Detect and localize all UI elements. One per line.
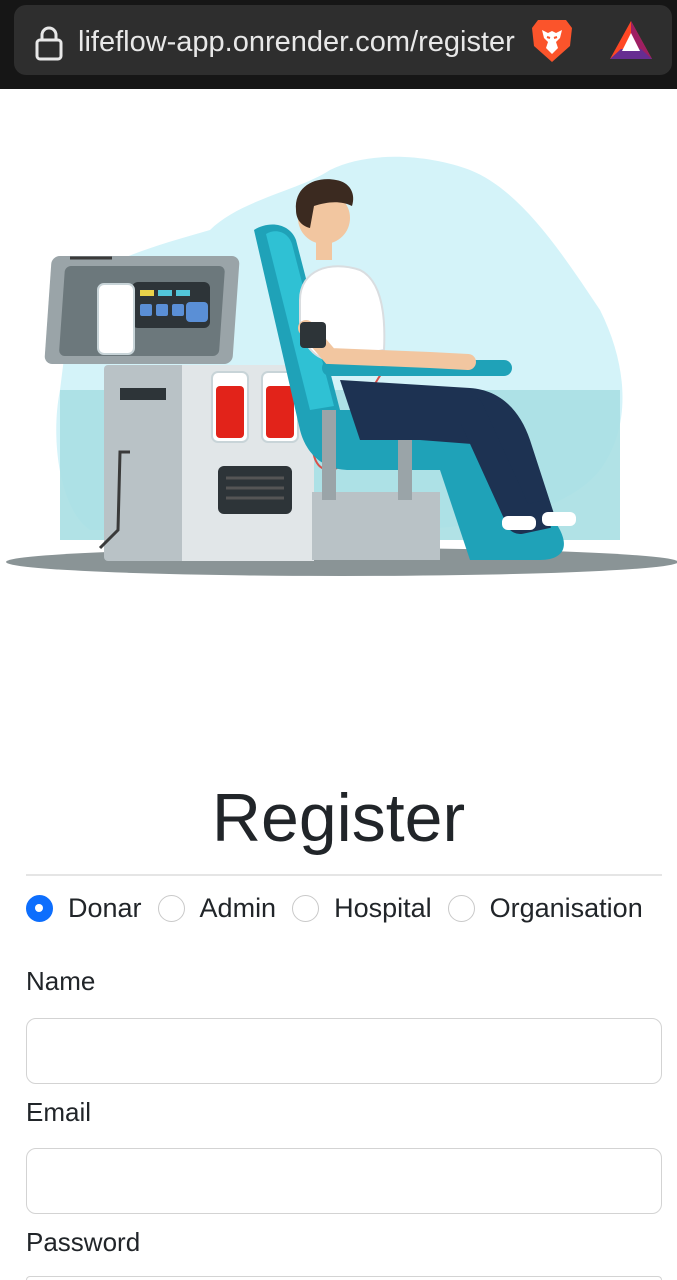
lock-icon[interactable] (34, 25, 64, 61)
page-title: Register (211, 780, 466, 856)
role-option-admin[interactable]: Admin (157, 888, 277, 928)
role-label-hospital[interactable]: Hospital (334, 888, 432, 928)
blood-donation-illustration (6, 156, 677, 576)
radio-organisation[interactable] (447, 894, 475, 922)
radio-hospital[interactable] (292, 894, 320, 922)
role-option-hospital[interactable]: Hospital (292, 888, 432, 928)
role-radio-group: Donar Admin Hospital Organisation (26, 888, 677, 928)
email-input[interactable] (26, 1148, 662, 1214)
radio-donar[interactable] (26, 894, 53, 922)
email-label: Email (26, 1097, 92, 1127)
role-option-organisation[interactable]: Organisation (447, 888, 643, 928)
role-label-admin[interactable]: Admin (200, 888, 277, 928)
role-label-donar[interactable]: Donar (68, 888, 142, 928)
title-divider (26, 874, 662, 876)
role-option-donar[interactable]: Donar (26, 888, 142, 928)
radio-admin[interactable] (157, 894, 185, 922)
browser-toolbar: lifeflow-app.onrender.com/register (0, 0, 677, 89)
name-input[interactable] (26, 1018, 662, 1084)
url-text[interactable]: lifeflow-app.onrender.com/register (78, 22, 528, 62)
password-label: Password (26, 1227, 141, 1257)
bat-rewards-icon[interactable] (608, 19, 654, 61)
role-label-organisation[interactable]: Organisation (490, 888, 643, 928)
name-label: Name (26, 966, 96, 996)
address-bar[interactable]: lifeflow-app.onrender.com/register (14, 5, 672, 75)
password-input[interactable] (26, 1276, 662, 1280)
brave-lion-icon[interactable] (530, 16, 574, 64)
